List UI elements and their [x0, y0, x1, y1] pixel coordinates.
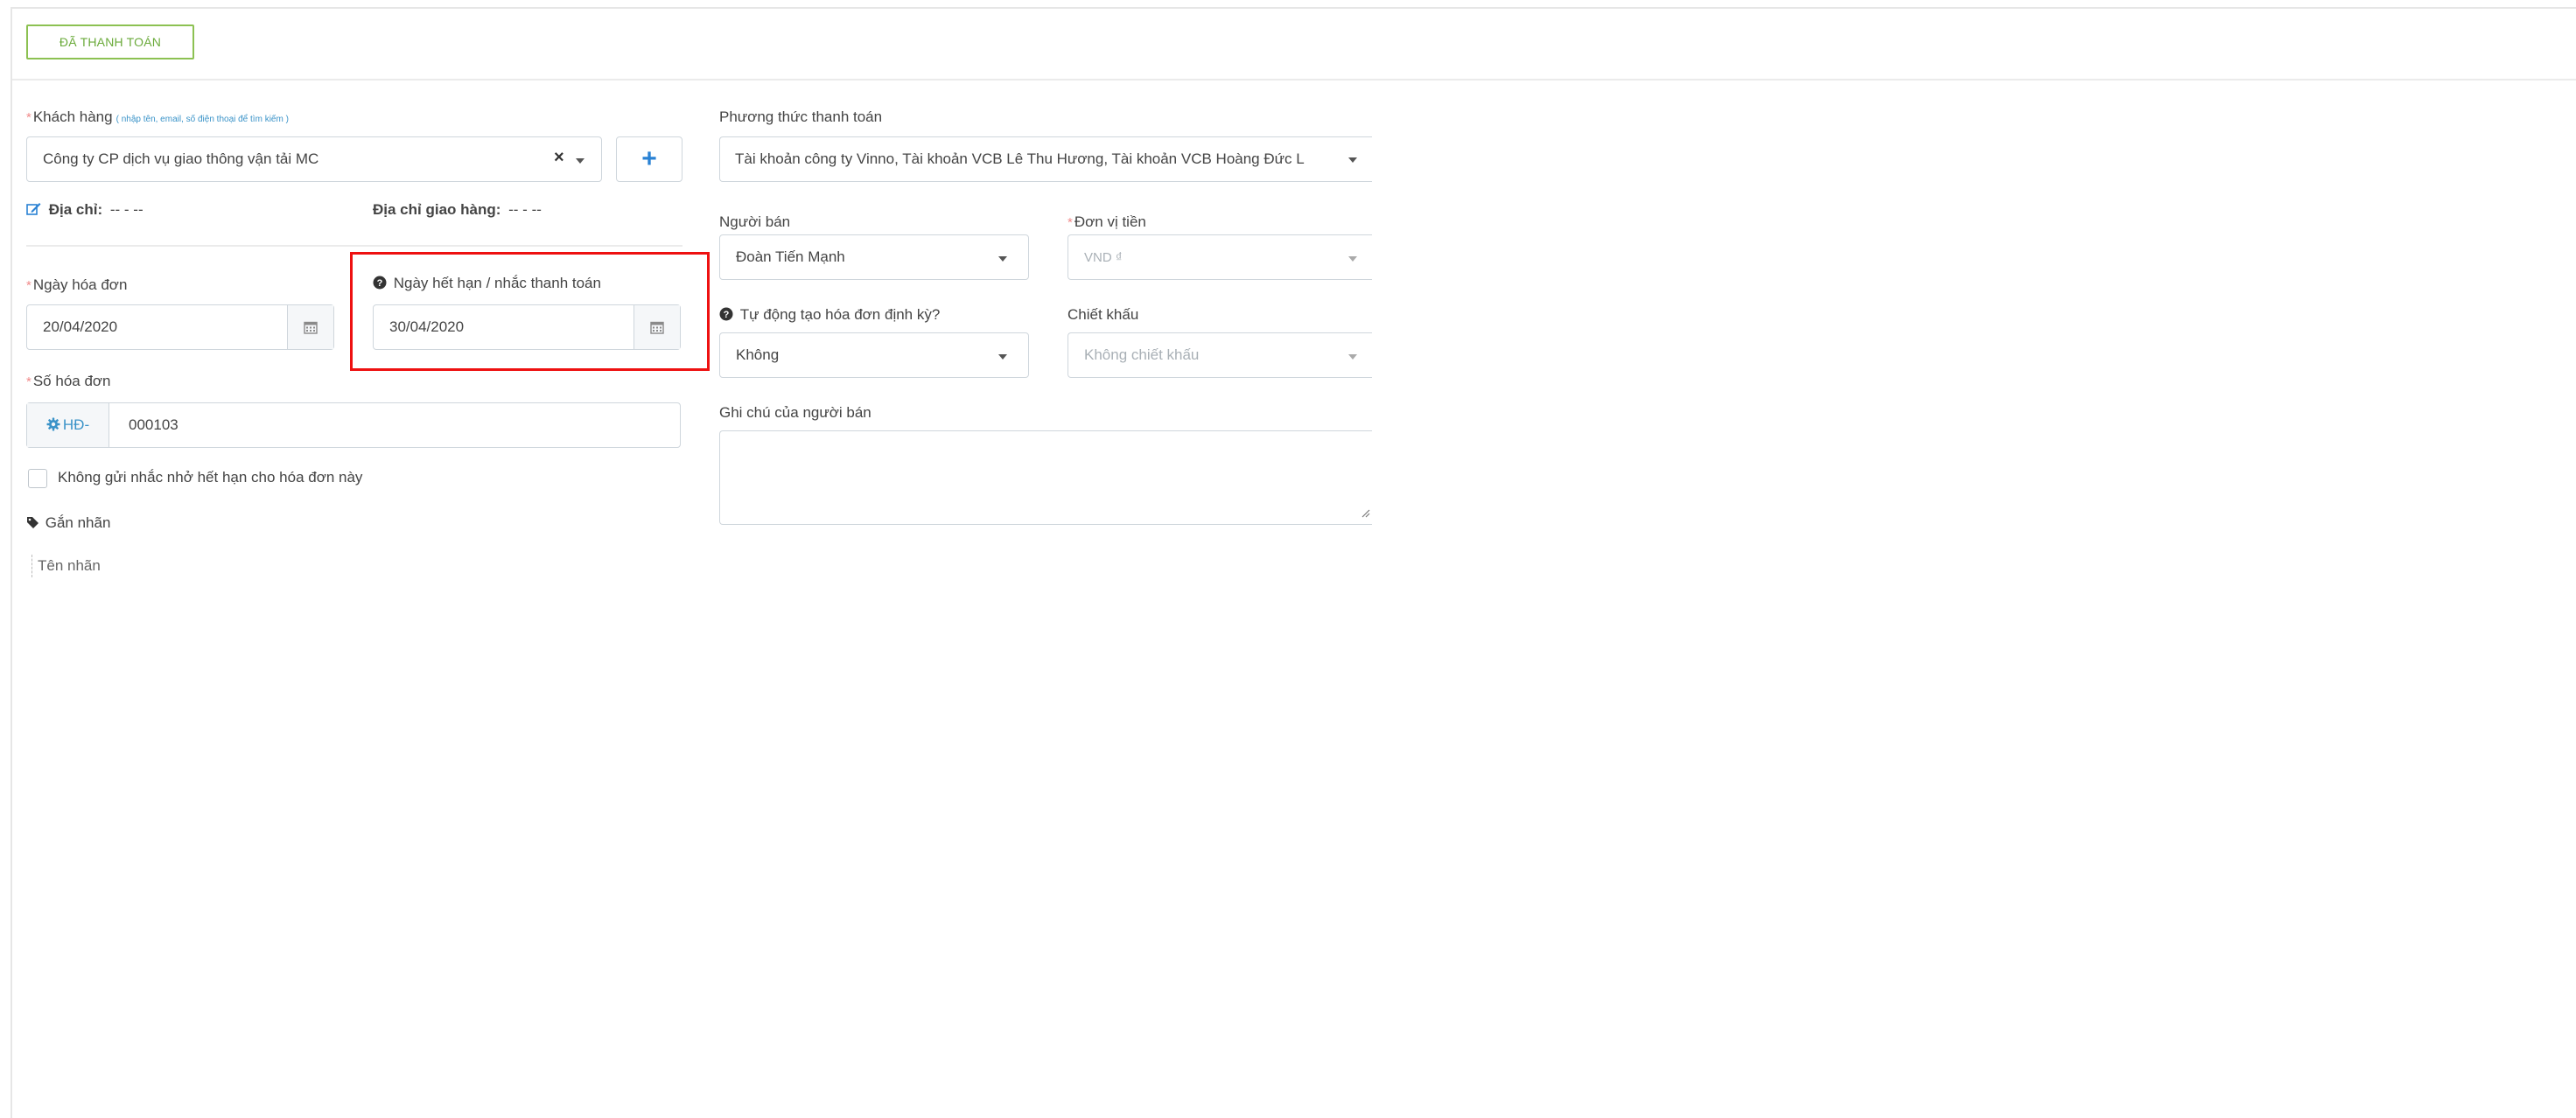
chevron-down-icon [1348, 256, 1357, 262]
edit-icon[interactable] [26, 201, 46, 218]
discount-select[interactable]: Không chiết khấu [1068, 332, 1372, 378]
invoice-number-label-text: Số hóa đơn [32, 373, 111, 389]
shipping-address-label: Địa chỉ giao hàng: [373, 201, 501, 218]
shipping-address-value: -- - -- [508, 201, 542, 218]
recurring-label: ? Tự động tạo hóa đơn định kỳ? [719, 306, 940, 324]
recurring-label-text: Tự động tạo hóa đơn định kỳ? [739, 306, 941, 323]
invoice-date-input[interactable]: 20/04/2020 [26, 304, 334, 350]
chevron-down-icon [998, 256, 1007, 262]
plus-icon: + [641, 144, 657, 173]
resize-handle-icon[interactable] [1362, 507, 1370, 522]
chevron-down-icon [1348, 354, 1357, 360]
customer-value: Công ty CP dịch vụ giao thông vận tải MC [43, 150, 319, 167]
invoice-number-value: 000103 [129, 416, 178, 433]
chevron-down-icon [998, 354, 1007, 360]
recurring-select[interactable]: Không [719, 332, 1029, 378]
required-marker: * [26, 110, 32, 125]
recurring-value: Không [736, 346, 780, 363]
due-date-highlight-box [350, 252, 710, 371]
invoice-date-label-text: Ngày hóa đơn [32, 276, 128, 293]
chevron-down-icon [1348, 157, 1357, 163]
add-customer-button[interactable]: + [616, 136, 682, 182]
question-circle-icon: ? [719, 306, 738, 323]
discount-value: Không chiết khấu [1084, 346, 1200, 363]
invoice-number-input[interactable]: HĐ- 000103 [26, 402, 681, 448]
address-row: Địa chỉ: -- - -- [26, 201, 144, 219]
tags-label: Gắn nhãn [26, 514, 110, 532]
currency-label: * Đơn vị tiền [1068, 213, 1146, 230]
invoice-prefix: HĐ- [62, 416, 90, 433]
seller-select[interactable]: Đoàn Tiến Mạnh [719, 234, 1029, 280]
invoice-prefix-addon[interactable]: HĐ- [27, 403, 109, 447]
no-reminder-checkbox[interactable] [28, 469, 47, 488]
invoice-date-value: 20/04/2020 [43, 318, 118, 335]
payment-method-select[interactable]: Tài khoản công ty Vinno, Tài khoản VCB L… [719, 136, 1372, 182]
paid-status-button[interactable]: ĐÃ THANH TOÁN [26, 24, 194, 59]
chevron-down-icon [576, 158, 584, 164]
shipping-address-row: Địa chỉ giao hàng: -- - -- [373, 201, 542, 219]
tag-icon [26, 514, 44, 531]
clear-icon[interactable]: × [554, 148, 564, 168]
customer-label-text: Khách hàng [32, 108, 113, 125]
currency-value: VND ₫ [1084, 249, 1123, 265]
gear-icon [46, 416, 60, 434]
currency-label-text: Đơn vị tiền [1074, 213, 1146, 230]
customer-select[interactable]: Công ty CP dịch vụ giao thông vận tải MC… [26, 136, 602, 182]
currency-select[interactable]: VND ₫ [1068, 234, 1372, 280]
header-divider [12, 79, 2576, 80]
tags-label-text: Gắn nhãn [45, 514, 111, 531]
customer-label: * Khách hàng( nhập tên, email, số điện th… [26, 108, 289, 126]
invoice-number-label: * Số hóa đơn [26, 373, 111, 389]
discount-label: Chiết khấu [1068, 306, 1139, 323]
address-divider [26, 245, 682, 247]
svg-text:?: ? [724, 310, 730, 320]
payment-method-label: Phương thức thanh toán [719, 108, 883, 125]
payment-method-value: Tài khoản công ty Vinno, Tài khoản VCB L… [735, 150, 1305, 167]
address-value: -- - -- [109, 201, 144, 218]
seller-note-label: Ghi chú của người bán [719, 404, 872, 421]
invoice-date-label: * Ngày hóa đơn [26, 276, 128, 293]
customer-hint: ( nhập tên, email, số điện thoại để tìm … [116, 115, 289, 124]
seller-value: Đoàn Tiến Mạnh [736, 248, 845, 265]
address-label: Địa chỉ: [48, 201, 103, 218]
calendar-icon[interactable] [287, 305, 333, 349]
no-reminder-label: Không gửi nhắc nhở hết hạn cho hóa đơn n… [58, 469, 363, 486]
seller-label: Người bán [719, 213, 791, 230]
tags-input[interactable]: Tên nhãn [32, 555, 101, 577]
seller-note-textarea[interactable] [719, 430, 1372, 525]
